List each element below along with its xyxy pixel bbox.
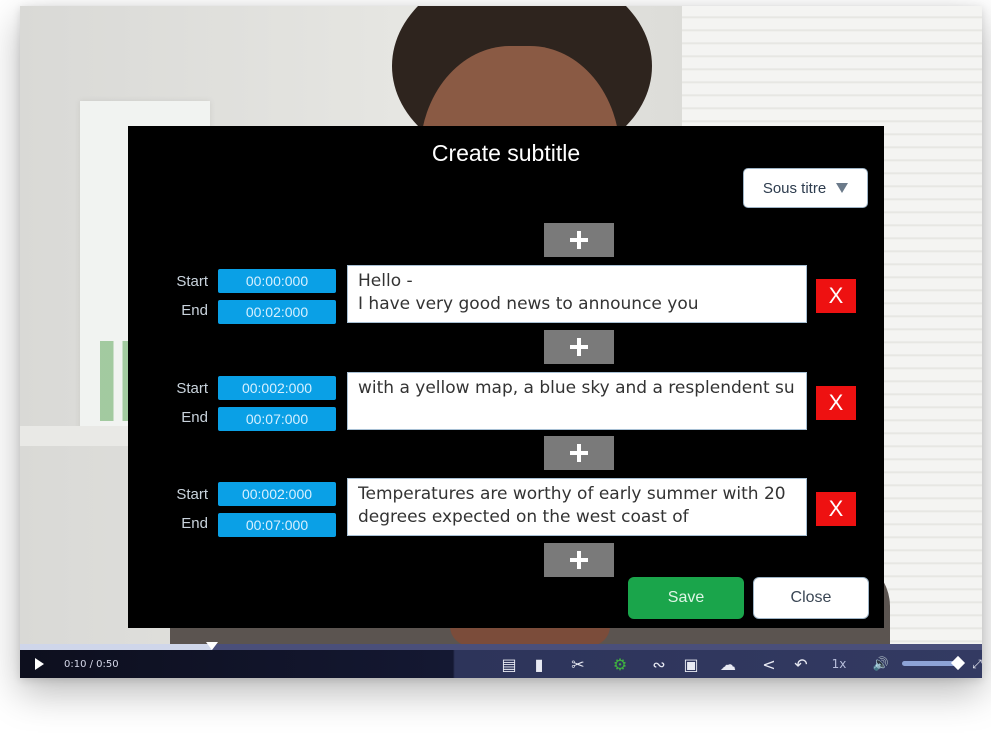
end-time-field[interactable]: 00:02:000: [218, 300, 336, 324]
end-time-field[interactable]: 00:07:000: [218, 407, 336, 431]
start-time-field[interactable]: 00:002:000: [218, 482, 336, 506]
play-button[interactable]: [28, 650, 50, 678]
share-icon[interactable]: <: [758, 650, 780, 678]
subtitle-line: I have very good news to announce you: [358, 294, 699, 314]
plus-icon: [570, 338, 588, 356]
replay-icon[interactable]: ↶: [790, 650, 812, 678]
subtitle-language-select[interactable]: Sous titre: [743, 168, 868, 208]
create-subtitle-modal: Create subtitle Sous titre Start 00:00:0…: [128, 126, 884, 628]
player-controls: 0:10 / 0:50 ▤ ▮ ✂ ⚙ ∾ ▣ ☁ < ↶ 1x 🔊 ⤢: [20, 650, 982, 678]
end-label: End: [181, 515, 208, 532]
end-time-field[interactable]: 00:07:000: [218, 513, 336, 537]
download-icon[interactable]: ☁: [717, 650, 739, 678]
video-player: Create subtitle Sous titre Start 00:00:0…: [20, 6, 982, 678]
start-label: Start: [176, 486, 208, 503]
subtitle-line: Hello -: [358, 271, 413, 291]
subtitle-text-input[interactable]: with a yellow map, a blue sky and a resp…: [347, 372, 807, 430]
dropdown-caret-icon: [836, 183, 849, 193]
close-button[interactable]: Close: [753, 577, 869, 619]
add-subtitle-button[interactable]: [544, 330, 614, 364]
subtitle-text-input[interactable]: Hello - I have very good news to announc…: [347, 265, 807, 323]
plus-icon: [570, 551, 588, 569]
volume-slider[interactable]: [902, 655, 966, 671]
chapters-icon[interactable]: ▤: [498, 650, 520, 678]
seek-bar-handle[interactable]: [206, 642, 219, 650]
subtitle-text-input[interactable]: Temperatures are worthy of early summer …: [347, 478, 807, 536]
add-subtitle-button[interactable]: [544, 543, 614, 577]
video-frame: Create subtitle Sous titre Start 00:00:0…: [20, 6, 982, 646]
plus-icon: [570, 444, 588, 462]
end-label: End: [181, 409, 208, 426]
delete-subtitle-button[interactable]: X: [816, 279, 856, 313]
add-subtitle-button[interactable]: [544, 223, 614, 257]
start-time-field[interactable]: 00:00:000: [218, 269, 336, 293]
scissors-icon[interactable]: ✂: [567, 650, 589, 678]
subtitle-line: with a yellow map, a blue sky and a resp…: [358, 378, 796, 398]
playback-speed[interactable]: 1x: [828, 650, 850, 678]
start-label: Start: [176, 380, 208, 397]
delete-subtitle-button[interactable]: X: [816, 492, 856, 526]
play-icon: [34, 658, 44, 670]
screenshot-icon[interactable]: ▣: [680, 650, 702, 678]
delete-subtitle-button[interactable]: X: [816, 386, 856, 420]
plus-icon: [570, 231, 588, 249]
subtitle-line: Temperatures are worthy of early summer …: [358, 484, 786, 504]
language-select-value: Sous titre: [762, 179, 827, 197]
start-label: Start: [176, 273, 208, 290]
comment-icon[interactable]: ▮: [528, 650, 550, 678]
wrench-icon[interactable]: ∾: [648, 650, 670, 678]
end-label: End: [181, 302, 208, 319]
start-time-field[interactable]: 00:002:000: [218, 376, 336, 400]
save-button[interactable]: Save: [628, 577, 744, 619]
modal-title: Create subtitle: [431, 140, 581, 166]
fullscreen-icon[interactable]: ⤢: [966, 650, 982, 678]
settings-gear-icon[interactable]: ⚙: [609, 650, 631, 678]
volume-icon[interactable]: 🔊: [870, 650, 892, 678]
volume-slider-handle[interactable]: [950, 655, 966, 671]
add-subtitle-button[interactable]: [544, 436, 614, 470]
subtitle-line: degrees expected on the west coast of: [358, 507, 689, 527]
timecode: 0:10 / 0:50: [64, 658, 119, 670]
